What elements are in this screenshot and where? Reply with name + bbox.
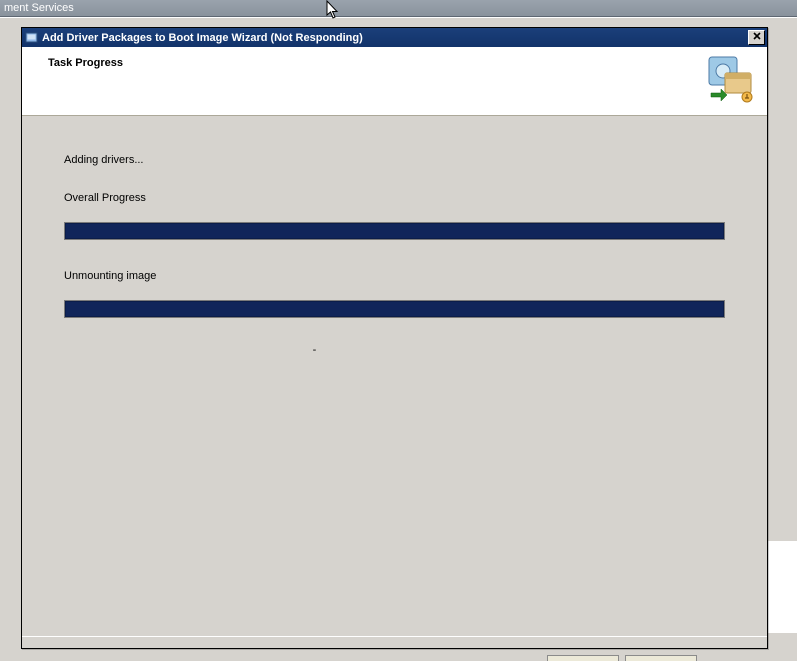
close-button[interactable] <box>748 30 765 45</box>
close-icon <box>753 32 761 43</box>
page-title: Task Progress <box>48 57 123 69</box>
parent-window-titlebar: ment Services <box>0 0 797 17</box>
wizard-dialog: Add Driver Packages to Boot Image Wizard… <box>21 27 768 649</box>
status-text: Adding drivers... <box>64 154 725 166</box>
wizard-body: Adding drivers... Overall Progress Unmou… <box>22 116 767 376</box>
secondary-progress-label: Unmounting image <box>64 270 725 282</box>
wizard-footer <box>22 636 767 648</box>
secondary-progress-bar <box>64 300 725 318</box>
overall-progress-label: Overall Progress <box>64 192 725 204</box>
next-button[interactable] <box>625 655 697 661</box>
app-icon <box>24 31 38 45</box>
parent-window-title-text: ment Services <box>4 2 74 14</box>
back-button[interactable] <box>547 655 619 661</box>
wizard-header: Task Progress <box>22 47 767 116</box>
dialog-titlebar[interactable]: Add Driver Packages to Boot Image Wizard… <box>22 28 767 47</box>
footer-buttons-partial <box>547 655 697 661</box>
status-detail-text: - <box>0 344 725 356</box>
wizard-graphic-icon <box>705 53 757 105</box>
dialog-title-text: Add Driver Packages to Boot Image Wizard… <box>42 32 748 44</box>
overall-progress-bar <box>64 222 725 240</box>
